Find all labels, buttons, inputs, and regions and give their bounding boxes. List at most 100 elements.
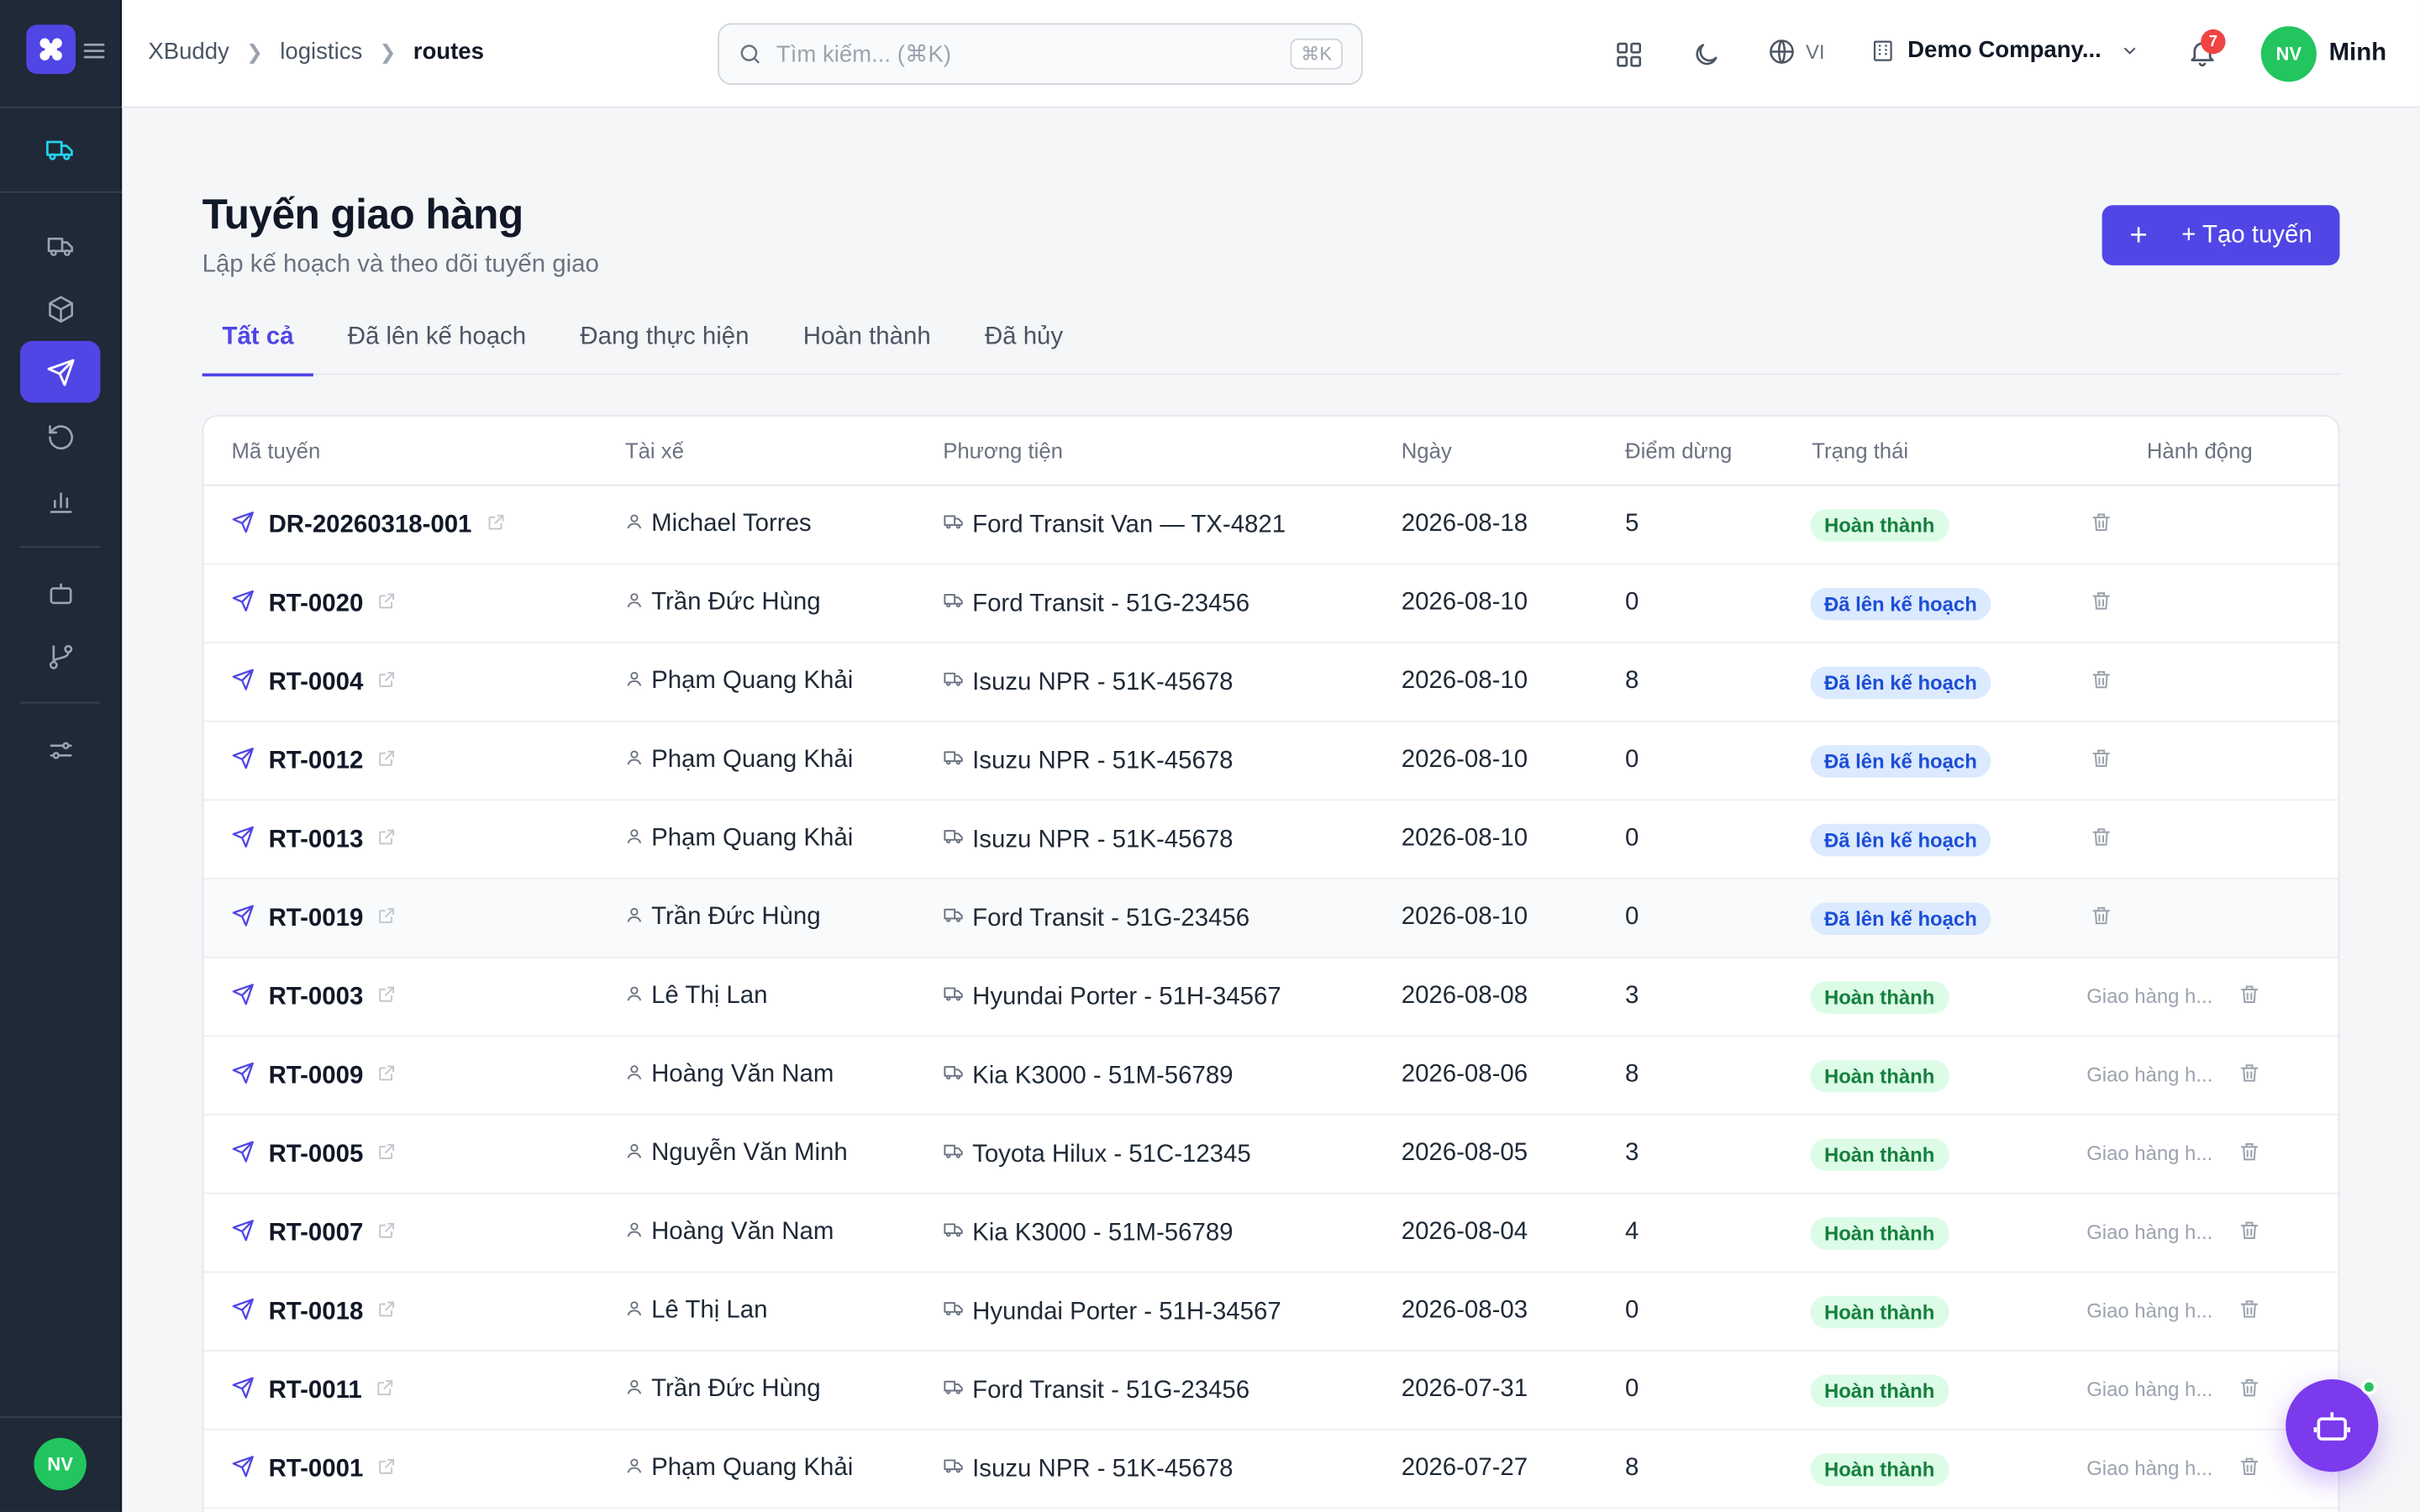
- external-link-icon[interactable]: [377, 669, 397, 697]
- table-row[interactable]: RT-0005 Nguyễn Văn Minh Toyota Hilux - 51C…: [203, 1116, 2338, 1194]
- theme-toggle-button[interactable]: [1688, 37, 1722, 71]
- create-route-button[interactable]: + + Tạo tuyến: [2102, 205, 2340, 265]
- delete-button[interactable]: [2238, 983, 2261, 1014]
- external-link-icon[interactable]: [377, 827, 397, 854]
- avatar: NV: [2260, 26, 2317, 82]
- external-link-icon[interactable]: [377, 1063, 397, 1090]
- table-row[interactable]: RT-0013 Phạm Quang Khải Isuzu NPR - 51K-45…: [203, 801, 2338, 879]
- sidebar-item-routes[interactable]: [19, 340, 101, 403]
- company-switcher[interactable]: Demo Company...: [1870, 37, 2139, 63]
- table-row[interactable]: RT-0012 Phạm Quang Khải Isuzu NPR - 51K-45…: [203, 722, 2338, 801]
- route-code-link[interactable]: RT-0005: [269, 1142, 364, 1169]
- table-row[interactable]: RT-0009 Hoàng Văn Nam Kia K3000 - 51M-5678…: [203, 1037, 2338, 1116]
- bar-chart-icon: [49, 491, 71, 512]
- external-link-icon[interactable]: [377, 748, 397, 776]
- sidebar-item-workflows[interactable]: [20, 625, 101, 686]
- truck-icon: [943, 983, 965, 1012]
- delete-button[interactable]: [2090, 747, 2113, 778]
- app-logo[interactable]: [26, 24, 76, 75]
- stops-cell: 0: [1625, 589, 1639, 616]
- table-row[interactable]: RT-0018 Lê Thị Lan Hyundai Porter - 51H-34…: [203, 1273, 2338, 1352]
- trash-icon: [2090, 749, 2113, 776]
- table-row[interactable]: RT-0020 Trần Đức Hùng Ford Transit - 51G-2…: [203, 564, 2338, 643]
- column-header-status[interactable]: Trạng thái: [1812, 438, 1908, 463]
- sidebar-item-packages[interactable]: [20, 278, 101, 339]
- robot-icon: [49, 582, 71, 604]
- delete-button[interactable]: [2090, 668, 2113, 699]
- delete-button[interactable]: [2238, 1062, 2261, 1093]
- column-header-date[interactable]: Ngày: [1402, 438, 1452, 463]
- search-input[interactable]: Tìm kiếm... (⌘K) ⌘K: [718, 23, 1363, 86]
- menu-icon[interactable]: [83, 40, 105, 62]
- tab-completed[interactable]: Hoàn thành: [783, 308, 951, 375]
- route-code-link[interactable]: RT-0007: [269, 1221, 364, 1248]
- route-code-link[interactable]: RT-0012: [269, 748, 364, 776]
- table-row[interactable]: RT-0011 Trần Đức Hùng Ford Transit - 51G-2…: [203, 1352, 2338, 1431]
- external-link-icon[interactable]: [377, 1142, 397, 1169]
- external-link-icon[interactable]: [377, 984, 397, 1012]
- vehicle-name: Kia K3000 - 51M-56789: [972, 1062, 1234, 1089]
- tab-planned[interactable]: Đã lên kế hoạch: [328, 308, 546, 375]
- table-row[interactable]: RT-0007 Hoàng Văn Nam Kia K3000 - 51M-5678…: [203, 1194, 2338, 1273]
- external-link-icon[interactable]: [486, 512, 506, 540]
- tab-cancelled[interactable]: Đã hủy: [965, 308, 1083, 375]
- table-row[interactable]: RT-0004 Phạm Quang Khải Isuzu NPR - 51K-45…: [203, 643, 2338, 722]
- delete-button[interactable]: [2238, 1298, 2261, 1329]
- language-switcher[interactable]: VI: [1767, 37, 1825, 66]
- route-id-cell: RT-0019: [232, 904, 397, 935]
- route-code-link[interactable]: RT-0020: [269, 591, 364, 618]
- delete-button[interactable]: [2090, 826, 2113, 857]
- route-code-link[interactable]: RT-0011: [269, 1378, 362, 1405]
- driver-name: Hoàng Văn Nam: [651, 1218, 834, 1246]
- search-icon: [740, 45, 760, 64]
- apps-button[interactable]: [1612, 37, 1645, 71]
- tab-in-progress[interactable]: Đang thực hiện: [560, 308, 770, 375]
- sidebar-item-ai[interactable]: [20, 562, 101, 623]
- column-header-stops[interactable]: Điểm dừng: [1625, 438, 1732, 463]
- delete-button[interactable]: [2238, 1455, 2261, 1486]
- route-code-link[interactable]: RT-0001: [269, 1457, 364, 1484]
- breadcrumb-item[interactable]: XBuddy: [148, 39, 229, 65]
- column-header-vehicle[interactable]: Phương tiện: [943, 438, 1063, 463]
- trash-icon: [2090, 670, 2113, 697]
- external-link-icon[interactable]: [376, 1378, 396, 1405]
- route-code-link[interactable]: RT-0019: [269, 906, 364, 933]
- user-menu[interactable]: NV Minh: [2260, 26, 2386, 82]
- vehicle-name: Ford Transit - 51G-23456: [972, 1377, 1250, 1404]
- notifications-button[interactable]: 7: [2187, 29, 2226, 71]
- sidebar-avatar[interactable]: NV: [34, 1437, 87, 1491]
- delete-button[interactable]: [2238, 1219, 2261, 1250]
- external-link-icon[interactable]: [377, 906, 397, 933]
- delete-button[interactable]: [2238, 1376, 2261, 1407]
- sidebar-item-reports[interactable]: [20, 470, 101, 532]
- route-code-link[interactable]: RT-0009: [269, 1063, 364, 1090]
- route-code-link[interactable]: DR-20260318-001: [269, 512, 472, 540]
- route-code-link[interactable]: RT-0003: [269, 984, 364, 1012]
- route-code-link[interactable]: RT-0004: [269, 669, 364, 697]
- delete-button[interactable]: [2090, 904, 2113, 935]
- delete-button[interactable]: [2238, 1140, 2261, 1171]
- table-row[interactable]: DR-20260318-001 Michael Torres Ford Transi…: [203, 486, 2338, 565]
- sidebar-item-shipments[interactable]: [20, 214, 101, 276]
- tab-all[interactable]: Tất cả: [202, 308, 314, 377]
- ai-assistant-button[interactable]: [2286, 1379, 2379, 1473]
- sidebar-item-settings[interactable]: [20, 719, 101, 780]
- sidebar-item-history[interactable]: [20, 406, 101, 467]
- table-row[interactable]: RT-0001 Phạm Quang Khải Isuzu NPR - 51K-45…: [203, 1431, 2338, 1509]
- table-row[interactable]: RT-0019 Trần Đức Hùng Ford Transit - 51G-2…: [203, 879, 2338, 958]
- external-link-icon[interactable]: [377, 1457, 397, 1484]
- delete-button[interactable]: [2090, 590, 2113, 621]
- route-code-link[interactable]: RT-0013: [269, 827, 364, 854]
- external-link-icon[interactable]: [377, 1299, 397, 1327]
- column-header-driver[interactable]: Tài xế: [625, 438, 684, 463]
- truck-icon: [943, 511, 965, 540]
- delete-button[interactable]: [2090, 511, 2113, 542]
- external-link-icon[interactable]: [377, 1221, 397, 1248]
- column-header-code[interactable]: Mã tuyến: [232, 438, 321, 463]
- sidebar-item-logistics[interactable]: [20, 118, 101, 180]
- external-link-icon[interactable]: [377, 591, 397, 618]
- stops-cell: 0: [1625, 746, 1639, 774]
- breadcrumb-item[interactable]: logistics: [280, 39, 362, 65]
- table-row[interactable]: RT-0003 Lê Thị Lan Hyundai Porter - 51H-34…: [203, 958, 2338, 1037]
- route-code-link[interactable]: RT-0018: [269, 1299, 364, 1327]
